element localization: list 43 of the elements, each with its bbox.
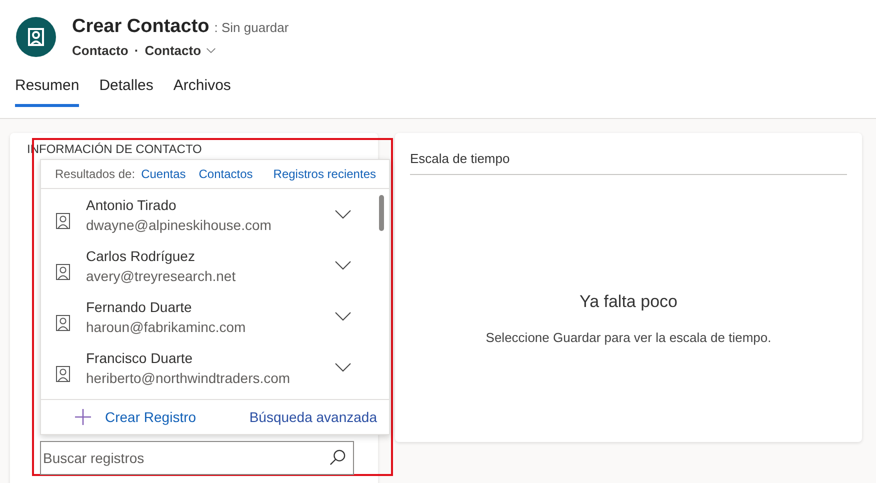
contact-icon xyxy=(56,264,70,280)
advanced-search-link[interactable]: Búsqueda avanzada xyxy=(249,409,377,425)
result-item[interactable]: Francisco Duarte heriberto@northwindtraders.com xyxy=(41,342,389,393)
chevron-down-icon[interactable] xyxy=(335,363,351,372)
tab[interactable]: Resumen xyxy=(15,77,80,107)
result-item[interactable]: Carlos Rodríguez avery@treyresearch.net xyxy=(41,240,389,291)
empty-state-title: Ya falta poco xyxy=(580,292,678,312)
contact-avatar-icon xyxy=(16,17,56,57)
entity-name: Contacto xyxy=(72,43,128,58)
chevron-down-icon[interactable] xyxy=(335,261,351,270)
contact-icon xyxy=(56,366,70,382)
contact-email: dwayne@alpineskihouse.com xyxy=(86,216,272,232)
new-record-button[interactable]: Crear Registro xyxy=(75,409,196,425)
chevron-down-icon[interactable] xyxy=(335,312,351,321)
contact-icon xyxy=(56,314,70,330)
empty-state-text: Seleccione Guardar para ver la escala de tiempo. xyxy=(486,330,772,345)
tab[interactable]: Detalles xyxy=(99,77,154,107)
plus-icon[interactable] xyxy=(75,409,91,425)
contact-icon xyxy=(56,212,70,228)
scrollbar-thumb[interactable] xyxy=(379,195,384,231)
search-field[interactable]: Buscar registros xyxy=(40,441,354,475)
chevron-down-icon[interactable] xyxy=(206,47,216,54)
timeline-title: Escala de tiempo xyxy=(410,133,847,175)
contact-name: Fernando Duarte xyxy=(86,298,193,314)
chevron-down-icon[interactable] xyxy=(335,210,351,219)
recent-records-link[interactable]: Registros recientes xyxy=(273,167,376,181)
result-item[interactable]: Fernando Duarte haroun@fabrikaminc.com xyxy=(41,291,389,342)
form-selector[interactable]: Contacto xyxy=(144,43,216,58)
contact-email: heriberto@northwindtraders.com xyxy=(86,370,292,386)
contact-name: Antonio Tirado xyxy=(86,196,178,212)
filter-link[interactable]: Contactos xyxy=(198,167,253,181)
results-label: Resultados de: xyxy=(55,167,136,181)
record-title: Crear Contacto xyxy=(72,16,210,38)
contact-name: Carlos Rodríguez xyxy=(86,248,196,264)
contact-email: haroun@fabrikaminc.com xyxy=(86,318,247,334)
result-item[interactable]: Antonio Tirado dwayne@alpineskihouse.com xyxy=(41,189,389,240)
tab[interactable]: Archivos xyxy=(173,77,231,107)
filter-link[interactable]: Cuentas xyxy=(141,167,186,181)
contact-email: avery@treyresearch.net xyxy=(86,268,237,284)
save-status: : Sin guardar xyxy=(214,20,289,35)
separator-dot: · xyxy=(134,43,139,58)
search-icon[interactable] xyxy=(329,449,346,466)
contact-name: Francisco Duarte xyxy=(86,350,194,366)
